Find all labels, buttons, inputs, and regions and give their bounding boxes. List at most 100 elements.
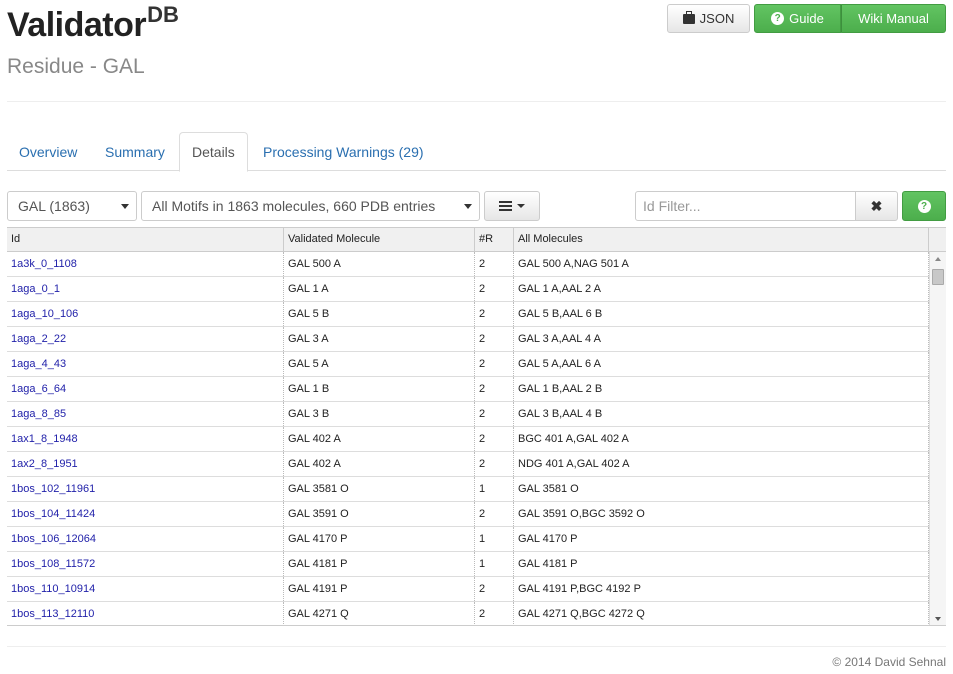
residue-select[interactable]: GAL (1863) (7, 191, 137, 221)
tab-details[interactable]: Details (179, 132, 248, 172)
column-header-residue-count[interactable]: #R (475, 228, 514, 251)
question-circle-icon: ? (917, 199, 931, 213)
table-row[interactable]: 1aga_4_43 GAL 5 A 2 GAL 5 A,AAL 6 A (7, 352, 929, 377)
cell-id-link[interactable]: 1ax2_8_1951 (7, 452, 284, 476)
cell-validated-molecule: GAL 4191 P (284, 577, 475, 601)
cell-id-link[interactable]: 1bos_104_11424 (7, 502, 284, 526)
results-table: Id Validated Molecule #R All Molecules 1… (7, 227, 946, 626)
brand-title: ValidatorDB (7, 2, 179, 45)
table-row[interactable]: 1bos_104_11424 GAL 3591 O 2 GAL 3591 O,BGC … (7, 502, 929, 527)
cell-all-molecules: GAL 3 B,AAL 4 B (514, 402, 929, 426)
tab-summary[interactable]: Summary (93, 132, 177, 171)
cell-validated-molecule: GAL 1 A (284, 277, 475, 301)
cell-all-molecules: GAL 4191 P,BGC 4192 P (514, 577, 929, 601)
chevron-down-icon (464, 204, 472, 209)
cell-validated-molecule: GAL 3591 O (284, 502, 475, 526)
table-row[interactable]: 1ax1_8_1948 GAL 402 A 2 BGC 401 A,GAL 402 A (7, 427, 929, 452)
id-filter-input[interactable] (635, 191, 856, 221)
table-row[interactable]: 1ax2_8_1951 GAL 402 A 2 NDG 401 A,GAL 402 A (7, 452, 929, 477)
table-row[interactable]: 1aga_8_85 GAL 3 B 2 GAL 3 B,AAL 4 B (7, 402, 929, 427)
app-name-superscript: DB (147, 2, 179, 27)
guide-button-label: Guide (789, 11, 824, 26)
cell-id-link[interactable]: 1a3k_0_1108 (7, 252, 284, 276)
table-row[interactable]: 1aga_6_64 GAL 1 B 2 GAL 1 B,AAL 2 B (7, 377, 929, 402)
tab-overview[interactable]: Overview (7, 132, 89, 171)
cell-all-molecules: GAL 4271 Q,BGC 4272 Q (514, 602, 929, 625)
json-button-label: JSON (699, 11, 735, 26)
cell-residue-count: 1 (475, 527, 514, 551)
json-button[interactable]: JSON (667, 4, 750, 33)
cell-id-link[interactable]: 1bos_113_12110 (7, 602, 284, 625)
filter-help-button[interactable]: ? (902, 191, 946, 221)
cell-id-link[interactable]: 1bos_110_10914 (7, 577, 284, 601)
cell-all-molecules: GAL 1 B,AAL 2 B (514, 377, 929, 401)
cell-all-molecules: NDG 401 A,GAL 402 A (514, 452, 929, 476)
cell-id-link[interactable]: 1ax1_8_1948 (7, 427, 284, 451)
column-header-id[interactable]: Id (7, 228, 284, 251)
cell-validated-molecule: GAL 4170 P (284, 527, 475, 551)
wiki-manual-button-label: Wiki Manual (858, 11, 929, 26)
motif-select[interactable]: All Motifs in 1863 molecules, 660 PDB en… (141, 191, 480, 221)
column-header-validated-molecule[interactable]: Validated Molecule (284, 228, 475, 251)
cell-residue-count: 2 (475, 252, 514, 276)
residue-select-value: GAL (1863) (18, 198, 90, 214)
cell-id-link[interactable]: 1aga_6_64 (7, 377, 284, 401)
table-row[interactable]: 1bos_108_11572 GAL 4181 P 1 GAL 4181 P (7, 552, 929, 577)
table-row[interactable]: 1bos_106_12064 GAL 4170 P 1 GAL 4170 P (7, 527, 929, 552)
table-row[interactable]: 1a3k_0_1108 GAL 500 A 2 GAL 500 A,NAG 501 A (7, 252, 929, 277)
cell-all-molecules: BGC 401 A,GAL 402 A (514, 427, 929, 451)
wiki-manual-button[interactable]: Wiki Manual (841, 4, 946, 33)
question-circle-icon: ? (771, 12, 785, 25)
chevron-down-icon (517, 204, 525, 208)
cell-id-link[interactable]: 1aga_8_85 (7, 402, 284, 426)
table-header: Id Validated Molecule #R All Molecules (7, 227, 946, 252)
cell-validated-molecule: GAL 402 A (284, 452, 475, 476)
clear-filter-button[interactable]: ✖ (855, 191, 898, 221)
table-row[interactable]: 1bos_102_11961 GAL 3581 O 1 GAL 3581 O (7, 477, 929, 502)
scroll-up-icon[interactable] (935, 257, 941, 261)
column-header-all-molecules[interactable]: All Molecules (514, 228, 929, 251)
cell-residue-count: 2 (475, 302, 514, 326)
vertical-scrollbar[interactable] (929, 252, 946, 625)
app-name: Validator (7, 6, 147, 44)
cell-residue-count: 2 (475, 452, 514, 476)
briefcase-icon (682, 10, 695, 24)
cell-id-link[interactable]: 1aga_10_106 (7, 302, 284, 326)
cell-residue-count: 1 (475, 552, 514, 576)
guide-button[interactable]: ? Guide (754, 4, 841, 33)
scroll-down-icon[interactable] (935, 617, 941, 621)
cell-validated-molecule: GAL 3581 O (284, 477, 475, 501)
cell-all-molecules: GAL 5 B,AAL 6 B (514, 302, 929, 326)
cell-residue-count: 2 (475, 427, 514, 451)
tab-processing-warnings[interactable]: Processing Warnings (29) (251, 132, 436, 171)
table-row[interactable]: 1aga_10_106 GAL 5 B 2 GAL 5 B,AAL 6 B (7, 302, 929, 327)
page-subtitle: Residue - GAL (7, 55, 145, 78)
scrollbar-thumb[interactable] (932, 269, 944, 285)
table-row[interactable]: 1aga_0_1 GAL 1 A 2 GAL 1 A,AAL 2 A (7, 277, 929, 302)
cell-validated-molecule: GAL 4271 Q (284, 602, 475, 625)
cell-id-link[interactable]: 1bos_108_11572 (7, 552, 284, 576)
cell-id-link[interactable]: 1aga_0_1 (7, 277, 284, 301)
tab-bar: Overview Summary Details Processing Warn… (7, 132, 946, 172)
table-row[interactable]: 1bos_110_10914 GAL 4191 P 2 GAL 4191 P,BGC … (7, 577, 929, 602)
cell-residue-count: 2 (475, 377, 514, 401)
cell-id-link[interactable]: 1bos_102_11961 (7, 477, 284, 501)
cell-validated-molecule: GAL 5 B (284, 302, 475, 326)
header-toolbar: JSON ? Guide Wiki Manual (667, 4, 946, 33)
copyright-text: © 2014 David Sehnal (832, 655, 946, 669)
header-divider (7, 101, 946, 102)
cell-validated-molecule: GAL 402 A (284, 427, 475, 451)
cell-id-link[interactable]: 1aga_2_22 (7, 327, 284, 351)
close-icon: ✖ (870, 197, 883, 214)
cell-validated-molecule: GAL 5 A (284, 352, 475, 376)
column-options-button[interactable] (484, 191, 540, 221)
cell-residue-count: 2 (475, 402, 514, 426)
footer-divider (7, 646, 946, 647)
table-row[interactable]: 1aga_2_22 GAL 3 A 2 GAL 3 A,AAL 4 A (7, 327, 929, 352)
cell-id-link[interactable]: 1aga_4_43 (7, 352, 284, 376)
cell-residue-count: 2 (475, 602, 514, 625)
cell-residue-count: 2 (475, 577, 514, 601)
cell-id-link[interactable]: 1bos_106_12064 (7, 527, 284, 551)
cell-all-molecules: GAL 500 A,NAG 501 A (514, 252, 929, 276)
table-row[interactable]: 1bos_113_12110 GAL 4271 Q 2 GAL 4271 Q,BGC … (7, 602, 929, 625)
